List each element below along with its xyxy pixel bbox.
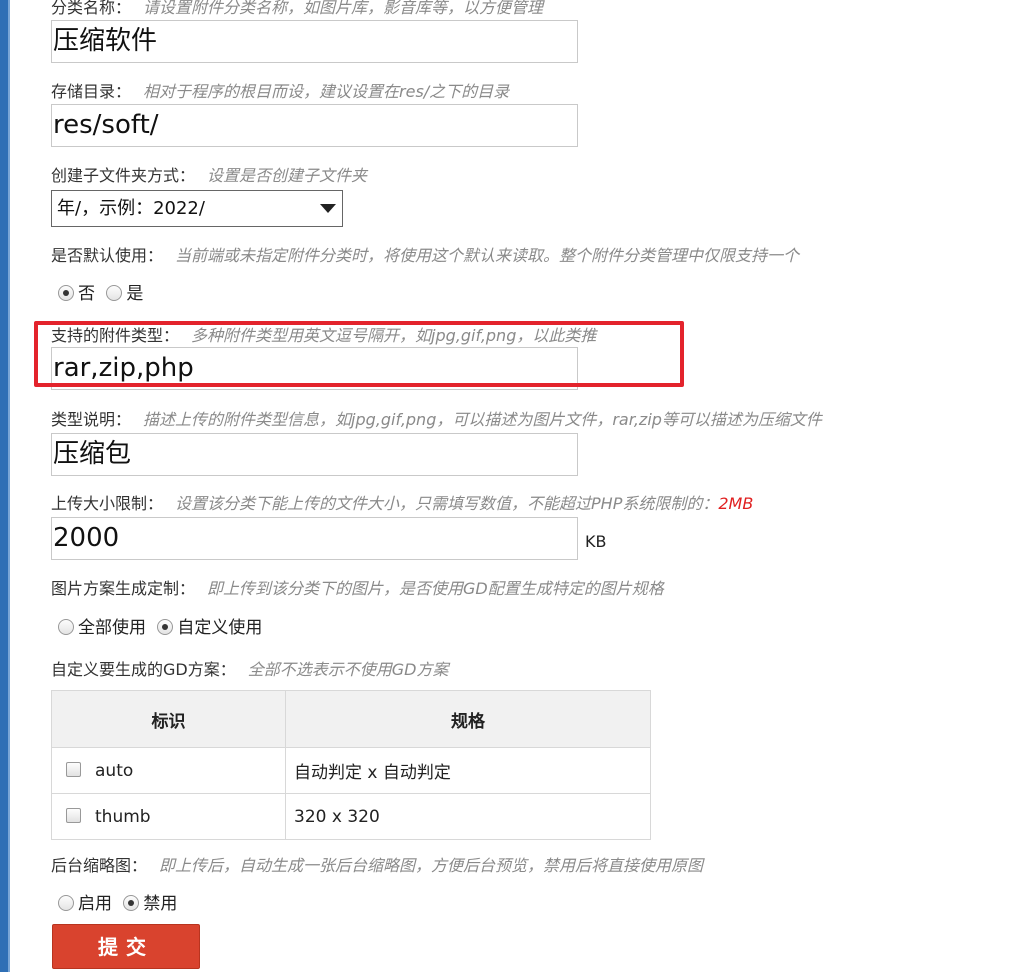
gd-row-auto-id-cell: auto — [51, 747, 286, 794]
subfolder-mode-label-text: 创建子文件夹方式： — [51, 166, 196, 185]
radio-unchecked-icon[interactable] — [106, 285, 123, 301]
gd-row-thumb-id-cell: thumb — [51, 793, 286, 840]
admin-thumb-label: 后台缩略图： 即上传后，自动生成一张后台缩略图，方便后台预览，禁用后将直接使用原图 — [51, 852, 703, 876]
gd-scheme-hint: 全部不选表示不使用GD方案 — [247, 660, 449, 679]
chevron-down-icon — [320, 204, 336, 213]
storage-dir-input[interactable]: res/soft/ — [51, 104, 578, 147]
image-scheme-option-all-label: 全部使用 — [78, 618, 146, 638]
left-sidebar-edge — [0, 0, 8, 972]
gd-thumb-checkbox[interactable] — [66, 807, 81, 823]
gd-scheme-label: 自定义要生成的GD方案： 全部不选表示不使用GD方案 — [51, 656, 448, 680]
image-scheme-hint: 即上传到该分类下的图片，是否使用GD配置生成特定的图片规格 — [207, 579, 664, 598]
gd-thumb-id: thumb — [95, 806, 151, 827]
table-row: thumb 320 x 320 — [51, 793, 651, 840]
gd-auto-id: auto — [95, 760, 134, 781]
image-scheme-label-text: 图片方案生成定制： — [51, 579, 196, 598]
admin-thumb-option-disable-label: 禁用 — [143, 894, 178, 914]
storage-dir-label: 存储目录： 相对于程序的根目而设，建议设置在res/之下的目录 — [51, 78, 509, 102]
image-scheme-option-custom[interactable]: 自定义使用 — [157, 613, 262, 638]
file-types-hint: 多种附件类型用英文逗号隔开，如jpg,gif,png，以此类推 — [191, 326, 597, 345]
gd-scheme-table: 标识 规格 auto 自动判定 x 自动判定 thumb 320 x 320 — [51, 690, 651, 840]
size-limit-label-text: 上传大小限制： — [51, 494, 164, 513]
left-sidebar-edge-light — [8, 0, 10, 972]
category-name-label: 分类名称： 请设置附件分类名称，如图片库，影音库等，以方便管理 — [51, 0, 543, 18]
storage-dir-hint: 相对于程序的根目而设，建议设置在res/之下的目录 — [143, 82, 510, 101]
admin-thumb-option-enable-label: 启用 — [78, 894, 112, 914]
table-header-row: 标识 规格 — [51, 690, 651, 748]
subfolder-mode-selected: 年/，示例：2022/ — [57, 198, 205, 219]
image-scheme-option-all[interactable]: 全部使用 — [58, 613, 146, 638]
default-use-hint: 当前端或未指定附件分类时，将使用这个默认来读取。整个附件分类管理中仅限支持一个 — [175, 246, 800, 265]
image-scheme-label: 图片方案生成定制： 即上传到该分类下的图片，是否使用GD配置生成特定的图片规格 — [51, 575, 664, 599]
type-desc-label-text: 类型说明： — [51, 410, 132, 429]
gd-scheme-label-text: 自定义要生成的GD方案： — [51, 660, 236, 679]
subfolder-mode-label: 创建子文件夹方式： 设置是否创建子文件夹 — [51, 162, 367, 186]
admin-thumb-option-enable[interactable]: 启用 — [58, 889, 112, 914]
admin-thumb-hint: 即上传后，自动生成一张后台缩略图，方便后台预览，禁用后将直接使用原图 — [159, 856, 704, 875]
type-desc-label: 类型说明： 描述上传的附件类型信息，如jpg,gif,png，可以描述为图片文件，… — [51, 406, 822, 430]
size-limit-php-max: 2MB — [718, 494, 754, 513]
table-row: auto 自动判定 x 自动判定 — [51, 747, 651, 794]
admin-thumb-radio-group: 启用 禁用 — [58, 889, 183, 914]
category-name-input[interactable]: 压缩软件 — [51, 20, 578, 63]
default-use-option-no[interactable]: 否 — [58, 279, 95, 304]
admin-thumb-option-disable[interactable]: 禁用 — [123, 889, 177, 914]
gd-auto-checkbox[interactable] — [66, 761, 81, 777]
size-unit-label: KB — [585, 532, 607, 551]
default-use-option-yes[interactable]: 是 — [106, 279, 143, 304]
category-name-hint: 请设置附件分类名称，如图片库，影音库等，以方便管理 — [143, 0, 544, 17]
admin-thumb-label-text: 后台缩略图： — [51, 856, 148, 875]
radio-checked-icon[interactable] — [157, 619, 174, 635]
default-use-label: 是否默认使用： 当前端或未指定附件分类时，将使用这个默认来读取。整个附件分类管理中… — [51, 242, 799, 266]
default-use-radio-group: 否 是 — [58, 279, 149, 304]
default-use-option-no-label: 否 — [78, 284, 95, 304]
column-header-spec: 规格 — [285, 690, 651, 748]
radio-checked-icon[interactable] — [58, 285, 74, 301]
size-limit-label: 上传大小限制： 设置该分类下能上传的文件大小，只需填写数值，不能超过PHP系统限制… — [51, 490, 753, 514]
file-types-label: 支持的附件类型： 多种附件类型用英文逗号隔开，如jpg,gif,png，以此类推 — [51, 322, 596, 346]
radio-unchecked-icon[interactable] — [58, 619, 74, 635]
size-limit-hint-text: 设置该分类下能上传的文件大小，只需填写数值，不能超过PHP系统限制的： — [175, 494, 719, 513]
type-desc-input[interactable]: 压缩包 — [51, 433, 578, 476]
category-name-label-text: 分类名称： — [51, 0, 132, 17]
image-scheme-option-custom-label: 自定义使用 — [177, 618, 263, 638]
submit-button[interactable]: 提交 — [52, 924, 200, 969]
gd-auto-spec: 自动判定 x 自动判定 — [285, 747, 651, 794]
image-scheme-radio-group: 全部使用 自定义使用 — [58, 613, 268, 638]
gd-thumb-spec: 320 x 320 — [285, 793, 651, 840]
storage-dir-label-text: 存储目录： — [51, 82, 132, 101]
radio-unchecked-icon[interactable] — [58, 895, 74, 911]
size-limit-hint: 设置该分类下能上传的文件大小，只需填写数值，不能超过PHP系统限制的：2MB — [175, 494, 753, 513]
size-limit-input[interactable]: 2000 — [51, 517, 578, 560]
subfolder-mode-hint: 设置是否创建子文件夹 — [207, 166, 368, 185]
default-use-label-text: 是否默认使用： — [51, 246, 164, 265]
column-header-id: 标识 — [51, 690, 286, 748]
default-use-option-yes-label: 是 — [126, 284, 144, 304]
type-desc-hint: 描述上传的附件类型信息，如jpg,gif,png，可以描述为图片文件，rar,z… — [143, 410, 822, 429]
subfolder-mode-select[interactable]: 年/，示例：2022/ — [51, 190, 343, 227]
file-types-input[interactable]: rar,zip,php — [51, 347, 578, 390]
file-types-label-text: 支持的附件类型： — [51, 326, 180, 345]
radio-checked-icon[interactable] — [123, 895, 140, 911]
